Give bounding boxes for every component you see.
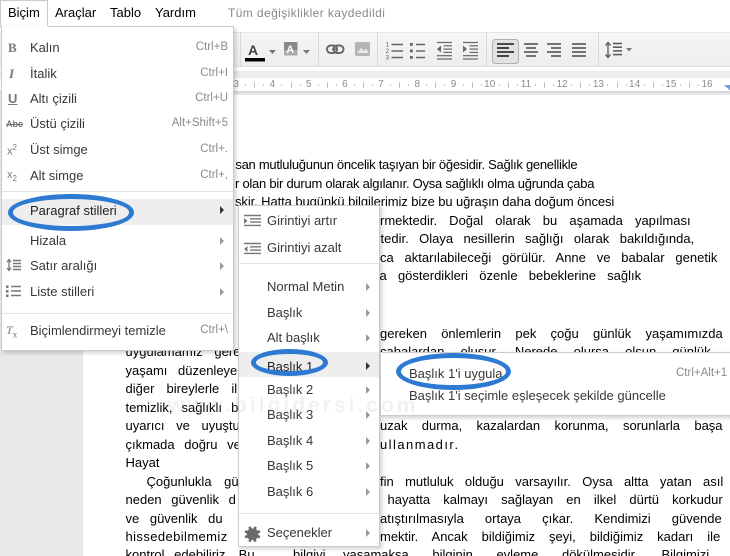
svg-text:A: A (286, 44, 294, 56)
svg-text:3: 3 (386, 55, 390, 62)
svg-text:A: A (248, 42, 258, 58)
